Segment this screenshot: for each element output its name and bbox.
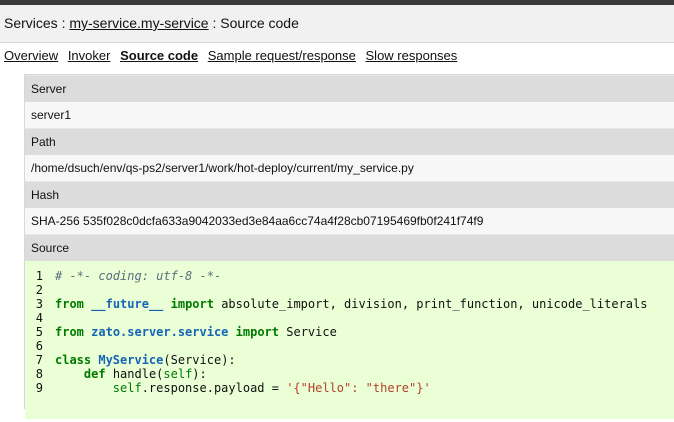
breadcrumb: Services : my-service.my-service : Sourc… [0,5,674,43]
code-token: self [163,367,193,381]
nav-sample-request-response[interactable]: Sample request/response [208,48,356,63]
code-token: zato.server.service [91,325,229,339]
breadcrumb-prefix: Services : [4,15,70,31]
line-number: 7 [35,353,43,367]
code-token: class [55,353,92,367]
line-number: 4 [35,311,43,325]
code-line: 8 def handle(self): [25,367,674,381]
code-line: 3 from __future__ import absolute_import,… [25,297,674,311]
code-token: absolute_import, division, print_functio… [213,297,648,311]
code-line: 9 self.response.payload = '{"Hello": "th… [25,381,674,395]
code-token: from [55,297,84,311]
code-line: 7 class MyService(Service): [25,353,674,367]
nav-slow-responses[interactable]: Slow responses [366,48,458,63]
hash-value: SHA-256 535f028c0dcfa633a9042033ed3e84aa… [25,208,674,234]
source-code-block: 1 # -*- coding: utf-8 -*- 2 3 from __future_… [25,261,674,419]
line-number: 6 [35,339,43,353]
line-number: 2 [35,283,43,297]
code-token: self [112,381,142,395]
code-line: 5 from zato.server.service import Service [25,325,674,339]
server-value: server1 [25,102,674,128]
service-link[interactable]: my-service.my-service [69,15,208,31]
breadcrumb-suffix: : Source code [208,15,299,31]
code-line: 2 [25,283,674,297]
line-number: 8 [35,367,43,381]
code-token: (Service): [163,353,236,367]
code-line: 6 [25,339,674,353]
code-token: def [83,367,106,381]
nav-invoker[interactable]: Invoker [68,48,111,63]
nav-overview[interactable]: Overview [4,48,58,63]
code-token: '{"Hello": "there"}' [286,381,431,395]
code-line: 1 # -*- coding: utf-8 -*- [25,269,674,283]
path-label: Path [25,128,674,155]
code-line: 4 [25,311,674,325]
code-token: MyService [98,353,164,367]
code-token: Service [279,325,337,339]
path-value: /home/dsuch/env/qs-ps2/server1/work/hot-… [25,155,674,181]
source-label: Source [25,234,674,261]
line-number: 9 [35,381,43,395]
line-number: 3 [35,297,43,311]
line-number: 1 [35,269,43,283]
line-number: 5 [35,325,43,339]
hash-label: Hash [25,181,674,208]
source-details-panel: Server server1 Path /home/dsuch/env/qs-p… [24,74,674,419]
code-token: import [235,325,280,339]
code-token: .response.payload = [141,381,287,395]
code-token: handle( [105,367,164,381]
code-token: ): [192,367,207,381]
code-token: # -*- coding: utf-8 -*- [55,269,222,283]
code-token: import [170,297,214,311]
code-token: from [55,325,84,339]
service-nav: Overview Invoker Source code Sample requ… [0,43,674,69]
code-token: __future__ [91,297,164,311]
server-label: Server [25,75,674,102]
nav-source-code[interactable]: Source code [120,48,198,63]
